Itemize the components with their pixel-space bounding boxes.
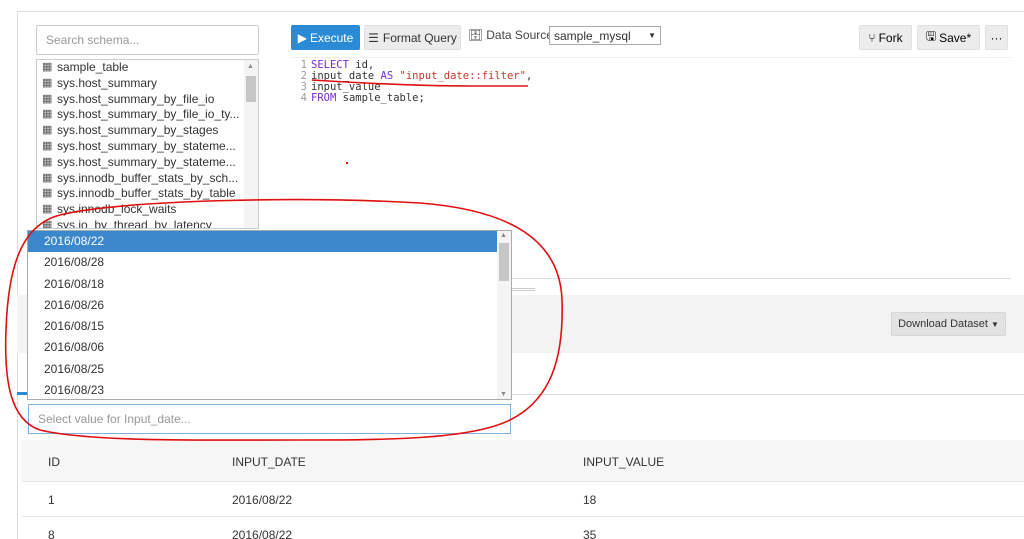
table-icon: ▦	[42, 203, 53, 216]
schema-table-label: sys.innodb_buffer_stats_by_table	[57, 186, 236, 201]
table-icon: ▦	[42, 92, 53, 105]
schema-list[interactable]: ▦ sample_table ▦ sys.host_summary ▦ sys.host_…	[36, 59, 259, 229]
date-options-dropdown[interactable]: 2016/08/22 2016/08/28 2016/08/18 2016/08/26…	[27, 230, 512, 400]
play-icon: ▶	[297, 30, 307, 45]
cell-id: 8	[48, 528, 55, 539]
caret-down-icon: ▼	[990, 319, 999, 329]
schema-table-label: sys.host_summary_by_stateme...	[57, 154, 236, 169]
date-option[interactable]: 2016/08/15	[28, 316, 511, 337]
cell-input-date: 2016/08/22	[232, 528, 293, 539]
table-icon: ▦	[42, 171, 53, 184]
column-header-id[interactable]: ID	[48, 455, 60, 469]
schema-table-item[interactable]: ▦ sys.host_summary_by_stateme...	[37, 139, 258, 155]
table-icon: ▦	[42, 155, 53, 168]
schema-table-label: sys.host_summary_by_stages	[57, 123, 219, 138]
format-query-button[interactable]: ☰ Format Query	[364, 25, 461, 50]
cell-input-date: 2016/08/22	[232, 493, 293, 507]
cell-input-value: 35	[583, 528, 597, 539]
active-tab-indicator	[17, 392, 27, 395]
fork-label: Fork	[878, 30, 903, 45]
save-icon: 🖫	[925, 29, 937, 43]
data-source-select[interactable]: sample_mysql ▼	[549, 26, 661, 45]
cell-input-value: 18	[583, 493, 597, 507]
line-number: 4	[300, 92, 307, 104]
table-icon: ▦	[42, 61, 53, 73]
dropdown-scroll-thumb[interactable]	[499, 243, 509, 281]
filter-value-input[interactable]	[28, 404, 511, 434]
table-icon: ▦	[42, 139, 53, 152]
table-icon: ▦	[42, 124, 53, 137]
left-gutter	[0, 11, 17, 539]
row-divider	[22, 516, 1024, 517]
data-source-text: Data Source	[486, 28, 553, 42]
fork-icon: ⑂	[868, 30, 876, 45]
date-option[interactable]: 2016/08/23	[28, 380, 511, 399]
database-icon: 🗄	[468, 28, 484, 42]
schema-table-item[interactable]: ▦ sys.host_summary	[37, 76, 258, 92]
column-header-input-date[interactable]: INPUT_DATE	[232, 455, 306, 469]
execute-button[interactable]: ▶ Execute	[291, 25, 360, 50]
schema-table-label: sample_table	[57, 60, 129, 74]
more-label: ···	[990, 30, 1003, 45]
schema-table-item[interactable]: ▦ sample_table	[37, 60, 258, 76]
annotation-dot	[346, 162, 348, 164]
code-text: FROM sample_table;	[311, 92, 425, 104]
schema-table-label: sys.innodb_lock_waits	[57, 202, 177, 217]
table-icon: ▦	[42, 76, 53, 89]
table-header	[22, 440, 1024, 482]
table-icon: ▦	[42, 218, 53, 229]
schema-table-label: sys.io_by_thread_by_latency	[57, 217, 212, 229]
format-icon: ☰	[368, 30, 379, 45]
date-option[interactable]: 2016/08/18	[28, 274, 511, 295]
date-option[interactable]: 2016/08/06	[28, 337, 511, 358]
data-source-value: sample_mysql	[554, 28, 631, 43]
format-label: Format Query	[382, 30, 457, 45]
download-dataset-button[interactable]: Download Dataset ▼	[891, 312, 1006, 336]
schema-table-item[interactable]: ▦ sys.innodb_lock_waits	[37, 202, 258, 218]
schema-table-item[interactable]: ▦ sys.io_by_thread_by_latency	[37, 217, 258, 229]
download-label: Download Dataset	[898, 318, 988, 330]
schema-table-item[interactable]: ▦ sys.innodb_buffer_stats_by_sch...	[37, 171, 258, 187]
schema-table-label: sys.innodb_buffer_stats_by_sch...	[57, 170, 239, 185]
date-option[interactable]: 2016/08/28	[28, 252, 511, 273]
scroll-up-icon[interactable]: ▲	[247, 63, 254, 70]
scroll-down-icon[interactable]: ▼	[500, 391, 507, 398]
panel-splitter[interactable]	[511, 288, 535, 291]
fork-button[interactable]: ⑂ Fork	[859, 25, 912, 50]
save-button[interactable]: 🖫 Save*	[917, 25, 980, 50]
date-option[interactable]: 2016/08/22	[28, 231, 511, 253]
dropdown-scrollbar[interactable]: ▲ ▼	[497, 231, 511, 399]
date-option[interactable]: 2016/08/26	[28, 295, 511, 316]
schema-table-label: sys.host_summary_by_stateme...	[57, 138, 236, 153]
schema-search-input[interactable]	[36, 25, 259, 55]
schema-table-item[interactable]: ▦ sys.host_summary_by_stages	[37, 123, 258, 139]
schema-scrollbar[interactable]: ▲	[244, 60, 258, 228]
data-source-label: 🗄 Data Source	[468, 28, 553, 42]
app-window: ▦ sample_table ▦ sys.host_summary ▦ sys.host_…	[0, 0, 1024, 539]
schema-scroll-thumb[interactable]	[246, 76, 256, 102]
editor-line: 4 FROM sample_table;	[291, 93, 425, 104]
table-icon: ▦	[42, 108, 53, 121]
table-icon: ▦	[42, 187, 53, 200]
schema-table-label: sys.host_summary_by_file_io_ty...	[57, 107, 240, 122]
caret-down-icon: ▼	[648, 31, 656, 40]
schema-table-label: sys.host_summary	[57, 75, 158, 90]
schema-table-label: sys.host_summary_by_file_io	[57, 91, 215, 106]
schema-table-item[interactable]: ▦ sys.host_summary_by_file_io_ty...	[37, 107, 258, 123]
scroll-up-icon[interactable]: ▲	[500, 232, 507, 239]
schema-table-item[interactable]: ▦ sys.innodb_buffer_stats_by_table	[37, 186, 258, 202]
column-header-input-value[interactable]: INPUT_VALUE	[583, 455, 664, 469]
date-option[interactable]: 2016/08/25	[28, 359, 511, 380]
top-strip	[0, 0, 1024, 11]
cell-id: 1	[48, 493, 55, 507]
schema-table-item[interactable]: ▦ sys.host_summary_by_file_io	[37, 92, 258, 108]
execute-label: Execute	[309, 30, 354, 45]
save-label: Save*	[939, 30, 972, 45]
more-options-button[interactable]: ···	[985, 25, 1008, 50]
schema-table-item[interactable]: ▦ sys.host_summary_by_stateme...	[37, 155, 258, 171]
